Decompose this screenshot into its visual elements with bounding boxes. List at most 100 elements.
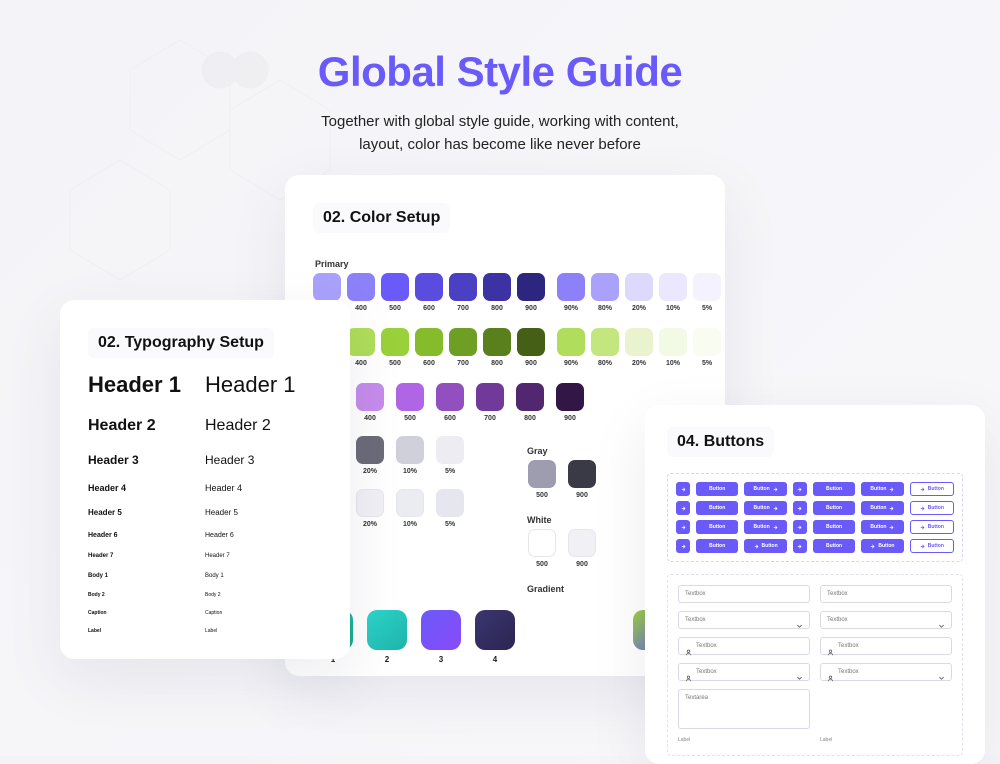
button[interactable]: Button (696, 539, 738, 553)
typography-sample: Header 5 (205, 509, 322, 517)
color-swatch: 500 (525, 460, 559, 499)
typography-sample: Header 7 (88, 553, 205, 559)
icon-button[interactable] (676, 501, 690, 515)
textbox-with-icon[interactable]: Textbox (678, 637, 810, 655)
color-swatch: 900 (517, 273, 545, 312)
icon-button[interactable] (676, 539, 690, 553)
typography-sample: Label (205, 629, 322, 634)
icon-button[interactable] (676, 520, 690, 534)
textbox-icon-dropdown[interactable]: Textbox (820, 663, 952, 681)
color-swatch: 800 (483, 273, 511, 312)
typography-sample: Label (88, 629, 205, 634)
button[interactable]: Button (813, 482, 855, 496)
button[interactable]: Button (744, 482, 786, 496)
button[interactable]: Button (744, 520, 786, 534)
color-swatch: 400 (353, 383, 387, 422)
icon-button[interactable] (793, 520, 807, 534)
color-swatch: 800 (513, 383, 547, 422)
color-swatch: 10% (659, 328, 687, 367)
arrow-right-icon (920, 525, 925, 530)
buttons-title: 04. Buttons (667, 427, 774, 457)
button[interactable]: Button (861, 520, 903, 534)
button[interactable]: Button (696, 520, 738, 534)
typography-sample: Body 1 (88, 573, 205, 579)
typography-sample: Caption (205, 611, 322, 616)
icon-button[interactable] (676, 482, 690, 496)
button[interactable]: Button (861, 501, 903, 515)
textbox-with-icon[interactable]: Textbox (820, 637, 952, 655)
color-swatch: 20% (353, 436, 387, 475)
arrow-right-icon (773, 506, 778, 511)
button[interactable]: Button (910, 482, 954, 496)
button[interactable]: Button (910, 501, 954, 515)
textbox-icon-dropdown[interactable]: Textbox (678, 663, 810, 681)
color-swatch: 400 (347, 328, 375, 367)
field-label: Label (678, 737, 810, 743)
color-swatch: 700 (473, 383, 507, 422)
gradient-swatch: 3 (421, 610, 461, 664)
icon-button[interactable] (793, 482, 807, 496)
green-swatch-row: 30040050060070080090090%80%20%10%5% (313, 328, 709, 367)
color-swatch: 500 (525, 529, 559, 568)
color-swatch: 500 (381, 328, 409, 367)
color-swatch: 5% (693, 328, 721, 367)
chevron-down-icon (938, 669, 945, 676)
arrow-right-icon (889, 506, 894, 511)
color-swatch: 900 (553, 383, 587, 422)
typography-sample: Body 2 (205, 593, 322, 598)
hero-subtitle: Together with global style guide, workin… (0, 110, 1000, 157)
color-swatch: 80% (591, 328, 619, 367)
color-swatch: 900 (565, 529, 599, 568)
button[interactable]: Button (696, 501, 738, 515)
textarea[interactable]: Textarea (678, 689, 810, 729)
textbox-plain[interactable]: Textbox (820, 585, 952, 603)
button[interactable]: Button (813, 539, 855, 553)
color-swatch: 600 (433, 383, 467, 422)
textbox-plain[interactable]: Textbox (678, 585, 810, 603)
color-swatch: 600 (415, 273, 443, 312)
hero: Global Style Guide Together with global … (0, 0, 1000, 157)
color-swatch: 5% (693, 273, 721, 312)
arrow-right-icon (889, 525, 894, 530)
typography-title: 02. Typography Setup (88, 328, 274, 358)
button[interactable]: Button (744, 539, 786, 553)
button[interactable]: Button (861, 539, 903, 553)
textbox-dropdown[interactable]: Textbox (820, 611, 952, 629)
color-swatch: 10% (393, 489, 427, 528)
color-swatch: 20% (625, 273, 653, 312)
typography-sample: Body 1 (205, 573, 322, 579)
color-swatch: 700 (449, 273, 477, 312)
primary-label: Primary (315, 259, 709, 269)
color-swatch: 900 (517, 328, 545, 367)
arrow-right-icon (889, 487, 894, 492)
arrow-right-icon (920, 506, 925, 511)
typography-sample: Header 4 (205, 484, 322, 493)
typography-bold-column: Header 1Header 2Header 3Header 4Header 5… (88, 374, 205, 647)
arrow-right-icon (870, 544, 875, 549)
textbox-dropdown[interactable]: Textbox (678, 611, 810, 629)
icon-button[interactable] (793, 501, 807, 515)
typography-card: 02. Typography Setup Header 1Header 2Hea… (60, 300, 350, 659)
field-label: Label (820, 737, 952, 743)
user-icon (685, 669, 692, 676)
icon-button[interactable] (793, 539, 807, 553)
button[interactable]: Button (861, 482, 903, 496)
button[interactable]: Button (696, 482, 738, 496)
button[interactable]: Button (910, 539, 954, 553)
arrow-right-icon (681, 525, 686, 530)
button[interactable]: Button (813, 501, 855, 515)
color-swatch: 400 (347, 273, 375, 312)
typography-sample: Header 3 (88, 454, 205, 466)
typography-sample: Body 2 (88, 593, 205, 598)
chevron-down-icon (796, 617, 803, 624)
chevron-down-icon (796, 669, 803, 676)
gradient-swatch: 2 (367, 610, 407, 664)
button[interactable]: Button (813, 520, 855, 534)
color-swatch: 20% (353, 489, 387, 528)
color-swatch: 90% (557, 273, 585, 312)
color-swatch: 500 (381, 273, 409, 312)
typography-sample: Header 7 (205, 553, 322, 559)
button[interactable]: Button (744, 501, 786, 515)
button[interactable]: Button (910, 520, 954, 534)
button-variants-grid: Button Button Button Button Button Button Butt… (667, 473, 963, 562)
